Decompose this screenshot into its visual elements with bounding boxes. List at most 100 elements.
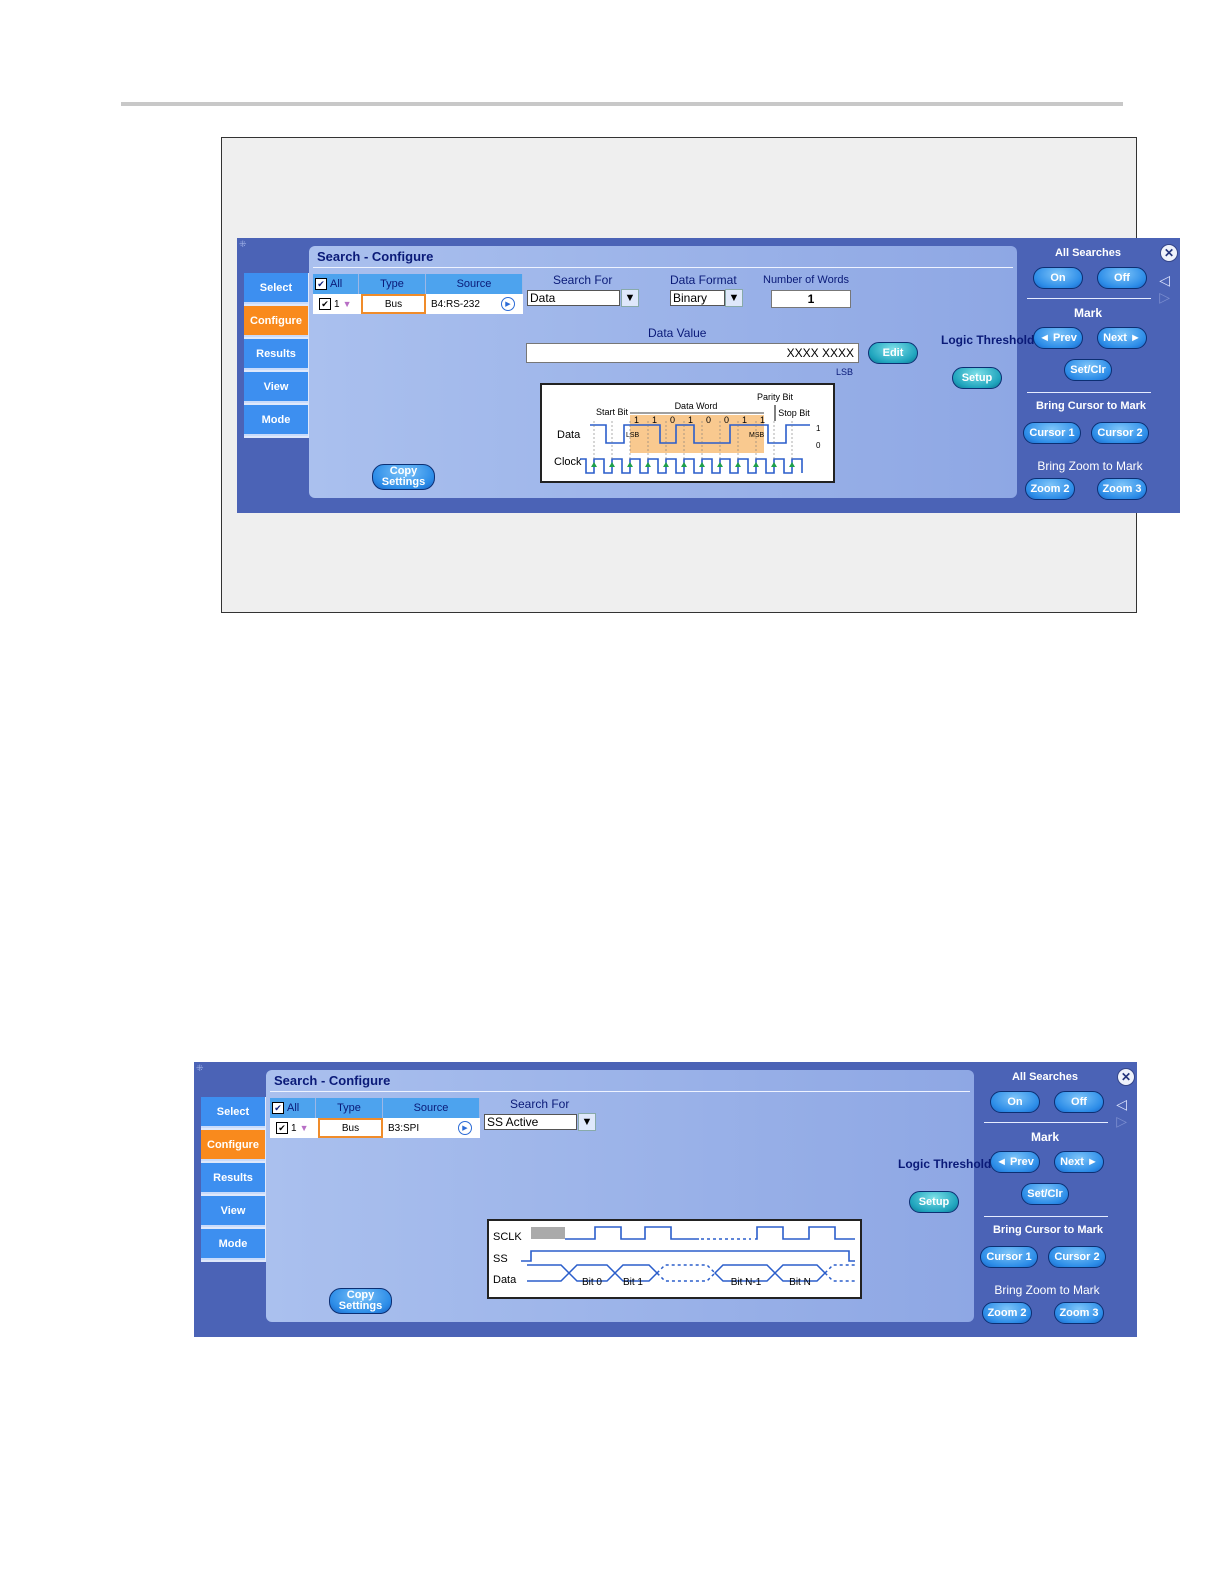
nav-right-icon[interactable]: ▷: [1116, 1113, 1127, 1130]
page-header-rule: [121, 102, 1123, 106]
zoom2-button[interactable]: Zoom 2: [982, 1302, 1032, 1324]
level-one: 1: [816, 424, 821, 433]
dropdown-arrow-icon[interactable]: ▼: [725, 289, 743, 307]
row-checkbox-icon[interactable]: ✔: [319, 298, 331, 310]
tab-mode[interactable]: Mode: [244, 405, 308, 436]
zoom3-button[interactable]: Zoom 3: [1097, 478, 1147, 500]
rs232-waveform-svg: Data Word Parity Bit Start Bit Stop Bit …: [554, 392, 821, 474]
cursor1-button[interactable]: Cursor 1: [980, 1246, 1038, 1268]
mark-label: Mark: [1030, 1130, 1059, 1144]
bring-zoom-to-mark-label: Bring Zoom to Mark: [994, 1283, 1100, 1297]
search-for-select[interactable]: SS Active: [484, 1114, 577, 1130]
tab-view[interactable]: View: [201, 1196, 265, 1227]
set-clear-mark-button[interactable]: Set/Clr: [1021, 1183, 1069, 1205]
bring-cursor-to-mark-label: Bring Cursor to Mark: [1035, 400, 1146, 412]
bring-cursor-to-mark-label: Bring Cursor to Mark: [992, 1224, 1103, 1236]
tab-results[interactable]: Results: [244, 339, 308, 370]
ss-label: SS: [493, 1253, 508, 1265]
panel-title: Search - Configure: [317, 249, 434, 264]
cursor2-button[interactable]: Cursor 2: [1091, 422, 1149, 444]
bit-value-0: 1: [634, 415, 639, 425]
all-searches-off-button[interactable]: Off: [1054, 1091, 1104, 1113]
search-for-select[interactable]: Data: [527, 290, 620, 306]
next-mark-button[interactable]: Next ►: [1097, 327, 1147, 349]
tab-select[interactable]: Select: [201, 1097, 265, 1128]
search-sidebar: All Searches ✕ ◁ ▷ On Off Mark ◄ Prev Ne…: [980, 1062, 1137, 1337]
clock-edge-arrow-9: [753, 462, 759, 467]
source-cell[interactable]: B3:SPI ▶: [386, 1118, 480, 1138]
close-icon[interactable]: ✕: [1160, 244, 1178, 262]
nav-left-icon[interactable]: ◁: [1159, 272, 1170, 289]
cursor2-button[interactable]: Cursor 2: [1048, 1246, 1106, 1268]
data-format-select[interactable]: Binary: [670, 290, 725, 306]
bit-value-6: 1: [742, 415, 747, 425]
zoom2-button[interactable]: Zoom 2: [1025, 478, 1075, 500]
bit-value-4: 0: [706, 415, 711, 425]
checkbox-icon[interactable]: ✔: [272, 1102, 284, 1114]
divider: [1027, 392, 1151, 393]
number-of-words-input[interactable]: 1: [771, 290, 851, 308]
next-mark-button[interactable]: Next ►: [1054, 1151, 1104, 1173]
msb-marker: MSB: [749, 432, 765, 439]
edit-button[interactable]: Edit: [868, 342, 918, 364]
clock-edge-arrow-0: [591, 462, 597, 467]
set-clear-mark-button[interactable]: Set/Clr: [1064, 359, 1112, 381]
sclk-idle-block: [531, 1227, 565, 1239]
drag-corner-icon[interactable]: ⁜: [196, 1064, 204, 1073]
all-searches-on-button[interactable]: On: [990, 1091, 1040, 1113]
type-header: Type: [316, 1098, 383, 1118]
clock-edge-arrow-6: [699, 462, 705, 467]
play-icon[interactable]: ▶: [501, 297, 515, 311]
bit-value-1: 1: [652, 415, 657, 425]
all-searches-off-button[interactable]: Off: [1097, 267, 1147, 289]
bit0-label: Bit 0: [582, 1277, 602, 1288]
dropdown-arrow-icon[interactable]: ▼: [621, 289, 639, 307]
bit-value-5: 0: [724, 415, 729, 425]
spi-waveform-svg: SCLK SS Data Bit 0 Bit 1 Bit N-1 Bit N: [493, 1226, 855, 1288]
divider: [984, 1122, 1108, 1123]
row-checkbox-icon[interactable]: ✔: [276, 1122, 288, 1134]
play-icon[interactable]: ▶: [458, 1121, 472, 1135]
close-icon[interactable]: ✕: [1117, 1068, 1135, 1086]
tab-configure[interactable]: Configure: [244, 306, 308, 337]
nav-right-icon[interactable]: ▷: [1159, 289, 1170, 306]
start-bit-label: Start Bit: [596, 407, 629, 417]
table-row[interactable]: ✔ 1 ▼: [319, 294, 359, 314]
prev-mark-button[interactable]: ◄ Prev: [1033, 327, 1083, 349]
dropdown-arrow-icon[interactable]: ▼: [578, 1113, 596, 1131]
tab-mode[interactable]: Mode: [201, 1229, 265, 1260]
prev-mark-button[interactable]: ◄ Prev: [990, 1151, 1040, 1173]
all-header[interactable]: ✔ All: [270, 1098, 316, 1118]
lsb-label: LSB: [836, 367, 854, 377]
type-cell[interactable]: Bus: [318, 1118, 383, 1138]
search-configure-screen-spi: ⁜ Select Configure Results View Mode Sea…: [194, 1062, 1137, 1337]
checkbox-icon[interactable]: ✔: [315, 278, 327, 290]
tab-select[interactable]: Select: [244, 273, 308, 304]
drag-corner-icon[interactable]: ⁜: [239, 240, 247, 249]
bring-zoom-to-mark-label: Bring Zoom to Mark: [1037, 459, 1143, 473]
clock-edge-arrow-5: [681, 462, 687, 467]
tab-results[interactable]: Results: [201, 1163, 265, 1194]
setup-button[interactable]: Setup: [952, 367, 1002, 389]
type-cell[interactable]: Bus: [361, 294, 426, 314]
data-label: Data: [557, 429, 581, 441]
tab-view[interactable]: View: [244, 372, 308, 403]
data-eye: [655, 1264, 717, 1282]
zoom3-button[interactable]: Zoom 3: [1054, 1302, 1104, 1324]
mark-label: Mark: [1073, 306, 1102, 320]
all-header[interactable]: ✔ All: [313, 274, 359, 294]
copy-settings-button[interactable]: Copy Settings: [372, 464, 435, 490]
all-searches-on-button[interactable]: On: [1033, 267, 1083, 289]
tab-configure[interactable]: Configure: [201, 1130, 265, 1161]
data-value-input[interactable]: XXXX XXXX: [526, 343, 859, 363]
setup-button[interactable]: Setup: [909, 1191, 959, 1213]
divider: [1027, 298, 1151, 299]
copy-settings-button[interactable]: Copy Settings: [329, 1288, 392, 1314]
cursor1-button[interactable]: Cursor 1: [1023, 422, 1081, 444]
nav-left-icon[interactable]: ◁: [1116, 1096, 1127, 1113]
bit-value-7: 1: [760, 415, 765, 425]
source-cell[interactable]: B4:RS-232 ▶: [429, 294, 523, 314]
number-of-words-label: Number of Words: [763, 274, 849, 286]
table-row[interactable]: ✔ 1 ▼: [276, 1118, 316, 1138]
rs232-waveform-diagram: Data Word Parity Bit Start Bit Stop Bit …: [540, 383, 835, 483]
